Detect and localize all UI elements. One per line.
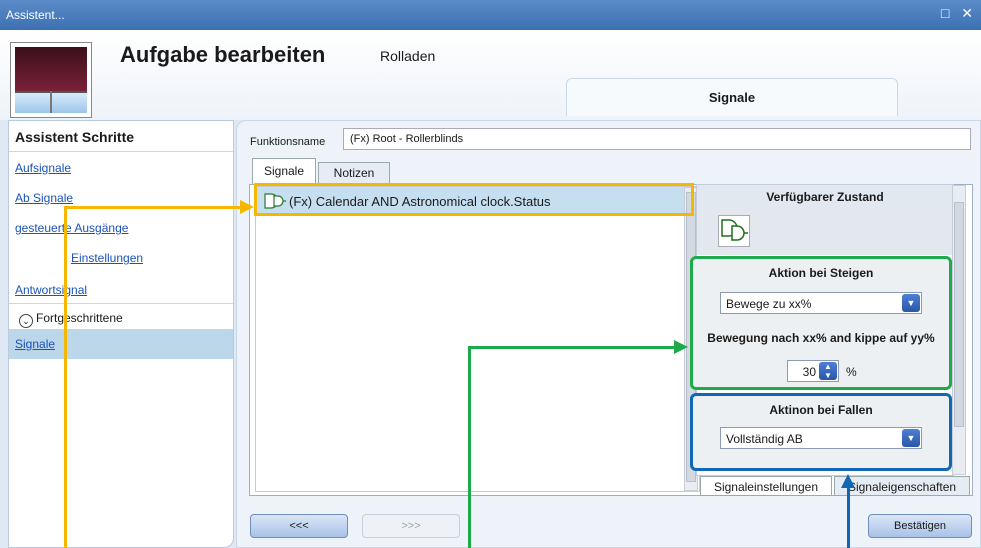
page-subtitle: Rolladen — [380, 48, 436, 64]
function-name-label: Funktionsname — [250, 136, 326, 148]
sidebar-item-signale[interactable]: Signale — [15, 337, 55, 351]
header-tab-signale[interactable]: Signale — [566, 78, 898, 116]
window-title: Assistent... — [6, 8, 65, 22]
annotation-line-green-horizontal — [468, 346, 674, 349]
header: Aufgabe bearbeiten Rolladen Signale — [0, 30, 981, 120]
sidebar-item-ab-signale[interactable]: Ab Signale — [15, 191, 73, 205]
state-panel-header: Verfügbarer Zustand — [697, 185, 953, 209]
annotation-line-blue-vertical — [847, 488, 850, 548]
chevron-down-icon: ⌄ — [19, 314, 33, 328]
annotation-line-yellow-vertical — [64, 206, 67, 548]
wizard-sidebar: Assistent Schritte Aufsignale Ab Signale… — [8, 120, 235, 548]
roller-blind-icon — [10, 42, 92, 118]
confirm-button[interactable]: Bestätigen — [868, 514, 972, 538]
annotation-line-yellow-horizontal — [64, 206, 240, 209]
back-button[interactable]: <<< — [250, 514, 348, 538]
sidebar-item-signale-active[interactable]: Signale — [9, 329, 233, 359]
highlight-box-yellow — [254, 183, 694, 216]
tab-signale[interactable]: Signale — [252, 158, 316, 186]
state-panel-scroll-thumb[interactable] — [954, 202, 964, 427]
highlight-box-green — [690, 256, 952, 390]
sidebar-item-einstellungen[interactable]: Einstellungen — [71, 251, 143, 265]
forward-button[interactable]: >>> — [362, 514, 460, 538]
tab-notizen[interactable]: Notizen — [318, 162, 390, 184]
sidebar-title: Assistent Schritte — [15, 129, 135, 145]
sidebar-item-gesteuerte-ausgaenge[interactable]: gesteuerte Ausgänge — [15, 221, 128, 235]
signal-list — [255, 186, 700, 492]
arrow-right-icon — [674, 340, 688, 354]
sidebar-advanced-label: Fortgeschrittene — [36, 311, 123, 325]
function-name-field[interactable]: (Fx) Root - Rollerblinds — [343, 128, 971, 150]
sidebar-item-aufsignale[interactable]: Aufsignale — [15, 161, 71, 175]
page-title: Aufgabe bearbeiten — [120, 42, 326, 67]
and-gate-icon[interactable] — [718, 215, 750, 247]
highlight-box-blue — [690, 393, 952, 471]
sidebar-item-antwortsignal[interactable]: Antwortsignal — [15, 283, 87, 297]
window-controls[interactable]: □ ✕ — [941, 5, 977, 22]
arrow-right-icon — [240, 200, 254, 214]
annotation-line-green-vertical — [468, 346, 471, 548]
window-titlebar: Assistent... □ ✕ — [0, 0, 981, 30]
tab-signaleinstellungen[interactable]: Signaleinstellungen — [700, 476, 832, 496]
arrow-up-icon — [841, 474, 855, 488]
sidebar-advanced-toggle[interactable]: ⌄ Fortgeschrittene — [19, 311, 123, 328]
